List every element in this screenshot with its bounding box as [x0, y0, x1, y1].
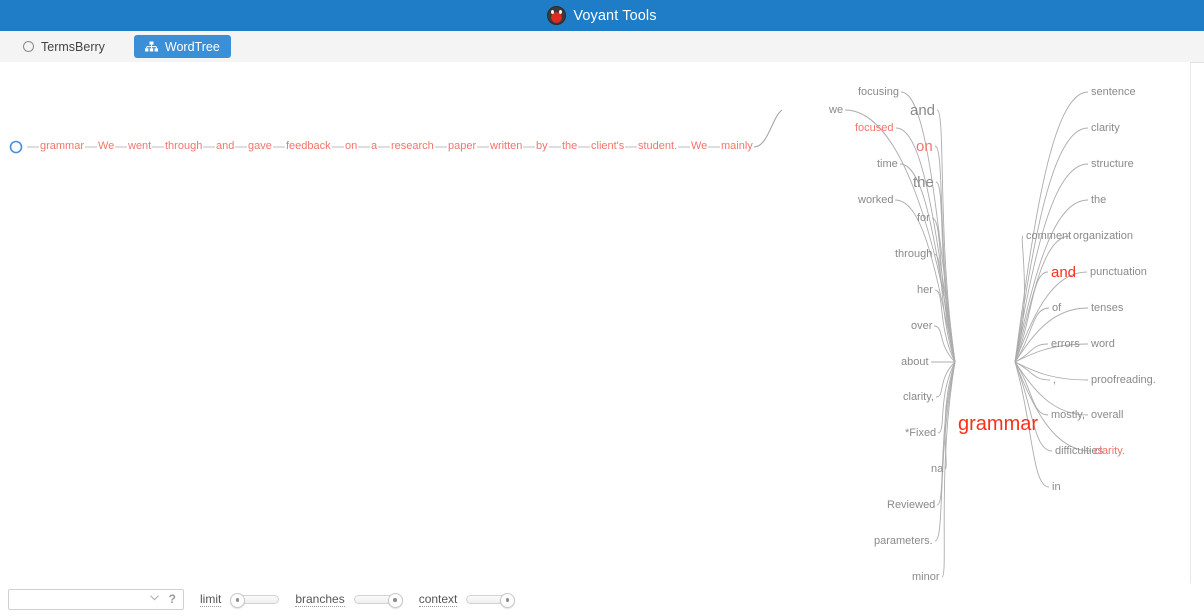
breadcrumb-word[interactable]: through — [165, 141, 202, 152]
tab-wordtree-label: WordTree — [164, 39, 220, 54]
search-box[interactable]: ? — [8, 588, 184, 610]
wordtree-node[interactable]: proofreading. — [1091, 374, 1156, 386]
circle-node-icon — [9, 140, 23, 154]
branches-slider[interactable] — [353, 592, 403, 608]
wordtree-node[interactable]: worked — [858, 194, 893, 206]
app-root: Voyant Tools TermsBerry WordTree ? — [0, 0, 1204, 615]
wordtree-node[interactable]: comment — [1026, 230, 1071, 242]
wordtree-node[interactable]: overall — [1091, 409, 1123, 421]
wordtree-node[interactable]: na — [931, 463, 943, 475]
breadcrumb-word[interactable]: mainly — [721, 141, 753, 152]
wordtree-node[interactable]: parameters. — [874, 535, 933, 547]
wordtree-node[interactable]: time — [877, 158, 898, 170]
context-slider-thumb[interactable] — [500, 592, 516, 608]
wordtree-node[interactable]: over — [911, 320, 932, 332]
wordtree-node[interactable]: sentence — [1091, 86, 1136, 98]
breadcrumb-word[interactable]: and — [216, 141, 234, 152]
wordtree-canvas[interactable]: grammar We went through and gave feedback on a re… — [0, 62, 1191, 583]
wordtree-node[interactable]: word — [1091, 338, 1115, 350]
wordtree-node[interactable]: structure — [1091, 158, 1134, 170]
voyant-logo-icon — [547, 6, 567, 25]
context-slider[interactable] — [466, 592, 516, 608]
breadcrumb-word[interactable]: gave — [248, 141, 272, 152]
wordtree-node[interactable]: clarity, — [903, 391, 934, 403]
wordtree-node[interactable]: errors — [1051, 338, 1080, 350]
wordtree-node[interactable]: Reviewed — [887, 499, 935, 511]
radio-circle-icon — [23, 41, 34, 52]
search-input[interactable] — [13, 590, 145, 608]
wordtree-node[interactable]: , — [1053, 374, 1056, 386]
breadcrumb-word[interactable]: We — [98, 141, 114, 152]
wordtree-node[interactable]: clarity. — [1094, 445, 1125, 457]
tree-hierarchy-icon — [144, 41, 158, 53]
breadcrumb-word[interactable]: paper — [448, 141, 476, 152]
context-label[interactable]: context — [418, 592, 458, 607]
tab-termsberry[interactable]: TermsBerry — [12, 35, 116, 58]
wordtree-node[interactable]: *Fixed — [905, 427, 936, 439]
breadcrumb-word[interactable]: the — [562, 141, 577, 152]
wordtree-node[interactable]: minor — [912, 571, 940, 583]
breadcrumb-word[interactable]: written — [490, 141, 522, 152]
wordtree-node[interactable]: focusing — [858, 86, 899, 98]
wordtree-node[interactable]: and — [1051, 265, 1076, 280]
wordtree-node[interactable]: in — [1052, 481, 1061, 493]
breadcrumb-word[interactable]: grammar — [40, 141, 84, 152]
breadcrumb-word[interactable]: research — [391, 141, 434, 152]
window-titlebar: Voyant Tools — [0, 0, 1204, 31]
wordtree-node[interactable]: the — [1091, 194, 1106, 206]
breadcrumb-word[interactable]: by — [536, 141, 548, 152]
breadcrumb-word[interactable]: We — [691, 141, 707, 152]
limit-slider-thumb[interactable] — [230, 592, 246, 608]
breadcrumb-word[interactable]: client's — [591, 141, 624, 152]
tab-wordtree[interactable]: WordTree — [133, 35, 231, 58]
window-title: Voyant Tools — [573, 7, 657, 24]
tab-termsberry-label: TermsBerry — [41, 39, 105, 54]
wordtree-root-node[interactable]: grammar — [958, 414, 1038, 434]
wordtree-node[interactable]: clarity — [1091, 122, 1120, 134]
branches-slider-thumb[interactable] — [387, 592, 403, 608]
breadcrumb-word[interactable]: on — [345, 141, 357, 152]
wordtree-node[interactable]: mostly, — [1051, 409, 1085, 421]
wordtree-node[interactable]: the — [913, 175, 934, 190]
wordtree-node[interactable]: organization — [1073, 230, 1133, 242]
wordtree-node[interactable]: about — [901, 356, 929, 368]
breadcrumb-word[interactable]: feedback — [286, 141, 331, 152]
wordtree-node[interactable]: punctuation — [1090, 266, 1147, 278]
breadcrumb-word[interactable]: student. — [638, 141, 677, 152]
chevron-down-icon[interactable] — [150, 594, 159, 603]
search-help-icon[interactable]: ? — [169, 592, 176, 606]
wordtree-node[interactable]: for — [917, 212, 930, 224]
branches-label[interactable]: branches — [295, 592, 345, 607]
wordtree-node[interactable]: on — [916, 139, 933, 154]
limit-slider[interactable] — [230, 592, 280, 608]
breadcrumb-word[interactable]: a — [371, 141, 377, 152]
bottom-toolbar: ? limit branches context — [0, 583, 1204, 615]
wordtree-node[interactable]: her — [917, 284, 933, 296]
wordtree-node[interactable]: tenses — [1091, 302, 1123, 314]
wordtree-node[interactable]: and — [910, 103, 935, 118]
wordtree-node[interactable]: through — [895, 248, 932, 260]
limit-label[interactable]: limit — [200, 592, 222, 607]
wordtree-node[interactable]: of — [1052, 302, 1061, 314]
tool-tabbar: TermsBerry WordTree ? — [0, 31, 1204, 85]
breadcrumb-word[interactable]: went — [128, 141, 151, 152]
wordtree-node[interactable]: focused — [855, 122, 894, 134]
wordtree-node[interactable]: we — [829, 104, 843, 116]
